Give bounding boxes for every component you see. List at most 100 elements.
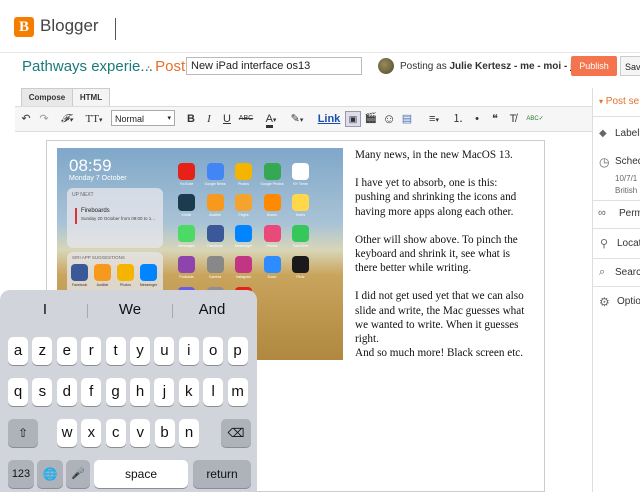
font-size-dropdown[interactable]: TT▾ [83,107,105,131]
strikethrough-button[interactable]: ABC [237,107,255,131]
return-key[interactable]: return [193,460,251,488]
app-label: YouTube [179,182,194,186]
posting-as-label: Posting as Julie Kertesz - me - moi - jk [400,61,578,72]
space-key[interactable]: space [94,460,188,488]
numbered-list-icon[interactable]: ⒈ [451,107,465,131]
sidebar-divider [593,258,640,259]
suggested-app-icon[interactable] [71,264,88,281]
post-body-text[interactable]: Many news, in the new MacOS 13. I have y… [355,148,535,374]
key-q[interactable]: q [8,378,28,406]
key-b[interactable]: b [154,419,175,447]
emoji-icon[interactable]: ☺ [382,107,396,131]
blog-title-link[interactable]: Pathways experie... [22,58,153,75]
suggestion-3[interactable]: And [190,301,234,318]
key-y[interactable]: y [130,337,150,365]
key-u[interactable]: u [154,337,175,365]
app-icon[interactable] [178,225,195,242]
app-icon[interactable] [235,225,252,242]
app-icon[interactable] [263,163,281,180]
save-button[interactable]: Save [620,56,640,76]
suggestion-1[interactable]: I [30,301,60,318]
sidebar-item-label: Locat [617,238,640,249]
key-l[interactable]: l [203,378,224,406]
app-label: Messenger [234,244,253,248]
bulleted-list-icon[interactable]: • [470,107,484,131]
key-n[interactable]: n [179,419,199,447]
delete-key[interactable]: ⌫ [221,419,251,447]
bold-button[interactable]: B [185,107,197,131]
key-z[interactable]: z [32,337,53,365]
insert-image-icon[interactable]: ▣ [345,111,361,127]
app-icon[interactable] [235,163,252,180]
key-c[interactable]: c [105,419,126,447]
format-select[interactable]: Normal ▾ [111,110,175,126]
app-icon[interactable] [292,194,309,211]
app-icon[interactable] [235,194,252,211]
suggested-app-icon[interactable] [94,264,111,281]
insert-video-icon[interactable]: 🎬 [364,107,378,131]
app-icon[interactable] [206,163,224,180]
app-icon[interactable] [178,194,195,211]
app-icon[interactable] [263,256,281,273]
highlight-button[interactable]: ✎▾ [287,107,307,131]
app-icon[interactable] [206,194,224,211]
key-d[interactable]: d [56,378,77,406]
tab-html[interactable]: HTML [72,88,110,106]
jump-break-icon[interactable]: ▤ [400,107,414,131]
key-k[interactable]: k [178,378,199,406]
key-w[interactable]: w [57,419,77,447]
app-icon[interactable] [292,256,309,273]
suggested-app-icon[interactable] [140,264,157,281]
key-r[interactable]: r [81,337,102,365]
app-icon[interactable] [263,194,281,211]
suggestion-2[interactable]: We [108,301,152,318]
undo-icon[interactable]: ↶ [19,107,33,131]
key-j[interactable]: j [154,378,175,406]
key-s[interactable]: s [32,378,53,406]
clear-formatting-icon[interactable]: T̸ [506,107,520,131]
key-a[interactable]: a [8,337,28,365]
quote-icon[interactable]: ❝ [488,107,502,131]
app-icon[interactable] [178,163,195,180]
app-name[interactable]: Blogger [40,16,99,36]
publish-button[interactable]: Publish [571,56,617,76]
app-icon[interactable] [235,256,252,273]
post-settings-header[interactable]: ▾ Post se [599,96,639,107]
text-color-button[interactable]: A▾ [261,107,281,131]
app-icon[interactable] [263,225,281,242]
app-icon[interactable] [292,225,309,242]
font-family-dropdown[interactable]: 𝓕▾ [57,107,77,131]
tab-compose[interactable]: Compose [21,88,73,106]
key-t[interactable]: t [105,337,126,365]
posting-as-prefix: Posting as [400,61,447,72]
key-g[interactable]: g [105,378,126,406]
shift-key[interactable]: ⇧ [8,419,38,447]
key-o[interactable]: o [203,337,224,365]
microphone-icon[interactable]: 🎤 [66,460,90,488]
key-v[interactable]: v [130,419,151,447]
italic-button[interactable]: I [203,107,215,131]
globe-icon[interactable]: 🌐 [37,460,63,488]
underline-button[interactable]: U [221,107,233,131]
spellcheck-icon[interactable]: ABC✓ [525,107,545,131]
key-e[interactable]: e [56,337,77,365]
key-m[interactable]: m [227,378,248,406]
key-x[interactable]: x [81,419,102,447]
app-icon[interactable] [206,225,224,242]
redo-icon[interactable]: ↷ [37,107,51,131]
link-button[interactable]: Link [317,107,341,131]
sidebar-item-label: Search [615,267,640,278]
suggested-app-icon[interactable] [117,264,134,281]
align-dropdown[interactable]: ≡▾ [423,107,445,131]
avatar[interactable] [378,58,394,74]
key-i[interactable]: i [178,337,199,365]
app-icon[interactable] [292,163,309,180]
app-icon[interactable] [178,256,195,273]
key-f[interactable]: f [81,378,102,406]
post-title-input[interactable] [186,57,362,75]
app-icon[interactable] [206,256,224,273]
key-p[interactable]: p [227,337,248,365]
numbers-key[interactable]: 123 [8,460,34,488]
key-h[interactable]: h [130,378,150,406]
post-paragraph: I did not get used yet that we can also … [355,290,525,346]
